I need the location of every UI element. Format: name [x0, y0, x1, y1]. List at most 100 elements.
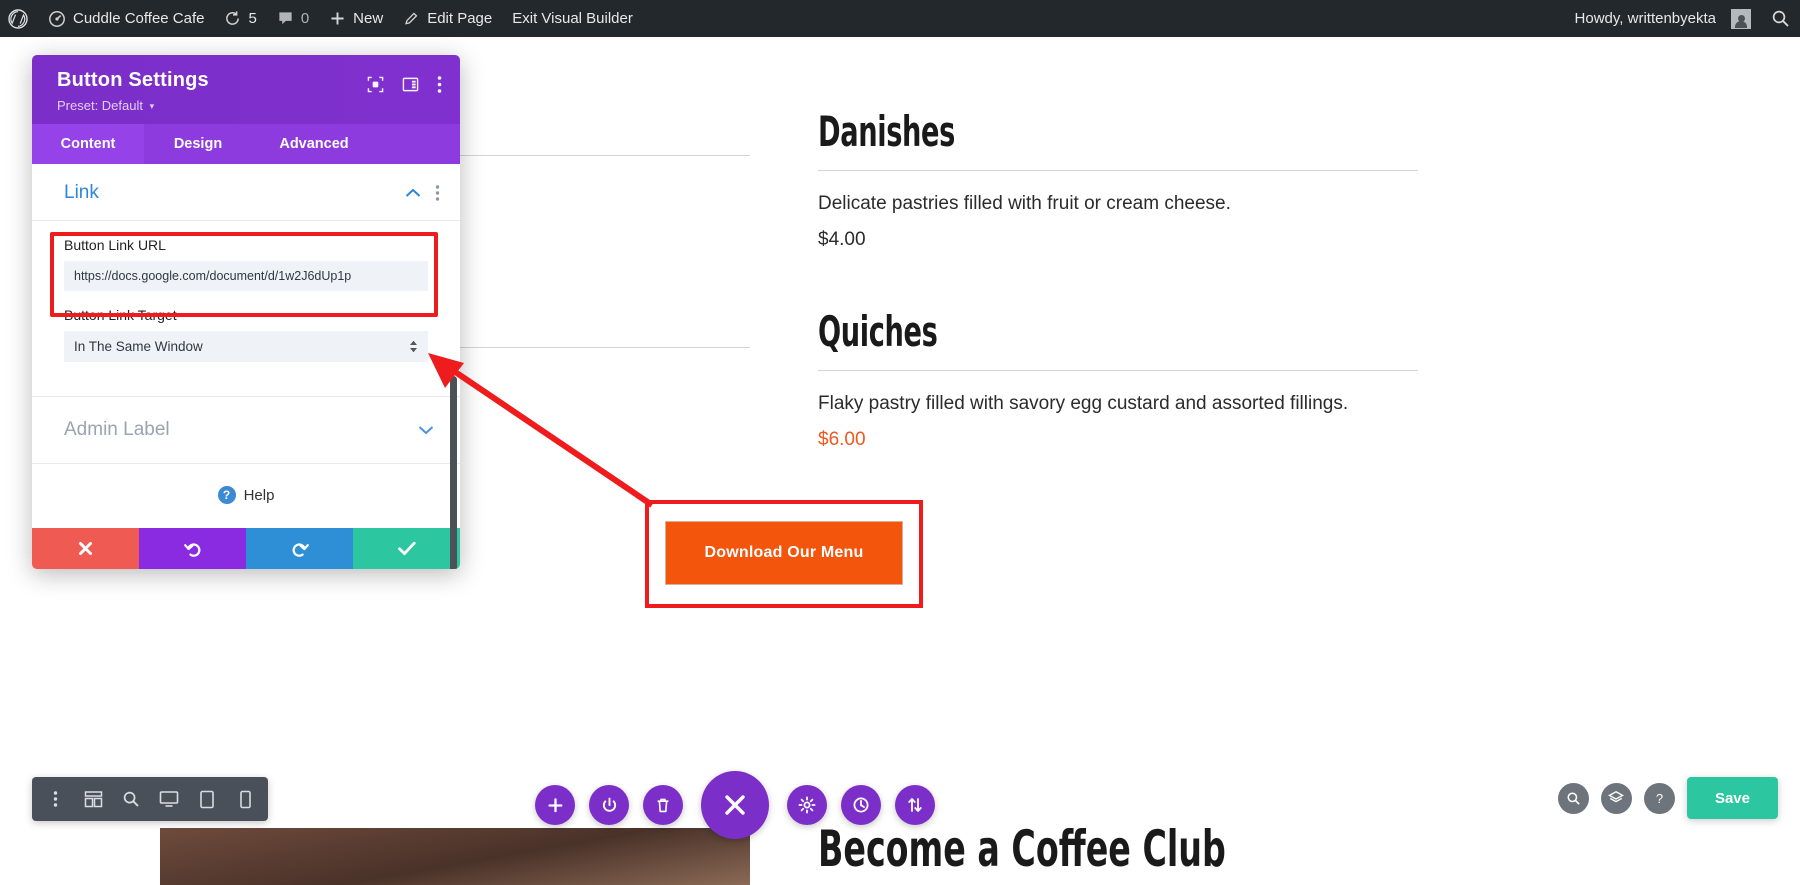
annotation-arrow — [428, 353, 654, 508]
edit-page-label: Edit Page — [427, 10, 493, 27]
tablet-view-icon[interactable] — [190, 777, 224, 821]
dashboard-speedometer-icon — [48, 10, 66, 28]
menu-item-divider — [818, 370, 1418, 371]
add-plus-icon — [547, 797, 562, 812]
portability-button[interactable] — [895, 785, 935, 825]
adminbar-right: Howdy, writtenbyekta — [1567, 0, 1800, 37]
modal-actions — [32, 528, 460, 569]
modal-header: Button Settings Preset: Default ▾ — [32, 55, 460, 124]
site-name-label: Cuddle Coffee Cafe — [73, 10, 205, 27]
download-button-callout: Download Our Menu — [645, 500, 923, 608]
comments-button[interactable]: 0 — [267, 0, 319, 37]
link-section-title: Link — [64, 182, 99, 203]
edit-page-button[interactable]: Edit Page — [393, 0, 502, 37]
wp-logo-button[interactable] — [0, 0, 38, 37]
pencil-icon — [403, 10, 420, 27]
exit-visual-builder-button[interactable]: Exit Visual Builder — [502, 0, 643, 37]
portability-updown-icon — [908, 798, 922, 812]
user-avatar-icon — [1731, 8, 1751, 29]
howdy-label: Howdy, writtenbyekta — [1574, 10, 1716, 27]
updates-count: 5 — [248, 10, 257, 27]
field-spacer — [32, 362, 460, 396]
focus-target-icon[interactable] — [367, 76, 384, 93]
layout-columns-icon[interactable] — [402, 76, 419, 93]
help-row[interactable]: ? Help — [32, 464, 460, 528]
wireframe-view-icon[interactable] — [76, 777, 110, 821]
settings-gear-icon — [798, 796, 816, 814]
builder-view-tools — [32, 777, 268, 821]
link-section-header[interactable]: Link — [32, 164, 460, 221]
download-our-menu-button[interactable]: Download Our Menu — [665, 521, 903, 585]
settings-button[interactable] — [787, 785, 827, 825]
zoom-search-icon[interactable] — [114, 777, 148, 821]
power-toggle-icon — [602, 797, 616, 812]
admin-label-title: Admin Label — [64, 419, 170, 440]
cancel-button[interactable] — [32, 528, 139, 569]
trash-delete-icon — [657, 798, 669, 812]
tab-design[interactable]: Design — [144, 124, 252, 164]
menu-item-price: $6.00 — [818, 429, 866, 450]
comments-count: 0 — [300, 10, 310, 27]
account-menu[interactable]: Howdy, writtenbyekta — [1567, 0, 1761, 37]
save-button[interactable]: Save — [1686, 777, 1778, 819]
tab-content[interactable]: Content — [32, 124, 144, 164]
vertical-dots-icon[interactable] — [437, 75, 442, 94]
delete-button[interactable] — [643, 785, 683, 825]
redo-arrow-icon — [292, 542, 309, 557]
button-link-url-input[interactable]: https://docs.google.com/document/d/1w2J6… — [64, 261, 428, 291]
modal-title: Button Settings — [57, 69, 209, 91]
help-question-icon: ? — [217, 486, 236, 504]
button-link-url-label: Button Link URL — [64, 237, 166, 253]
modal-body: Link Button Link URL https://docs.google… — [32, 164, 460, 569]
close-x-icon — [725, 795, 745, 815]
help-label: Help — [243, 486, 275, 504]
updates-button[interactable]: 5 — [214, 0, 266, 37]
menu-item-danishes: Danishes Delicate pastries filled with f… — [818, 107, 1418, 251]
new-content-label: New — [353, 10, 384, 27]
history-button[interactable] — [841, 785, 881, 825]
menu-item-description: Flaky pastry filled with savory egg cust… — [818, 393, 1349, 414]
menu-item-description: Delicate pastries filled with fruit or c… — [818, 193, 1231, 214]
admin-label-section[interactable]: Admin Label — [32, 397, 460, 464]
power-toggle-button[interactable] — [589, 785, 629, 825]
updates-refresh-icon — [224, 10, 241, 27]
phone-view-icon[interactable] — [228, 777, 262, 821]
layers-icon[interactable] — [1600, 782, 1632, 814]
undo-button[interactable] — [139, 528, 246, 569]
vertical-dots-icon[interactable] — [435, 184, 440, 202]
desktop-view-icon[interactable] — [152, 777, 186, 821]
vertical-dots-icon[interactable] — [38, 777, 72, 821]
button-link-target-select[interactable]: In The Same Window — [64, 331, 428, 362]
wp-admin-bar: Cuddle Coffee Cafe 5 0 New Edit Page Exi… — [0, 0, 1800, 37]
builder-main-tools — [535, 771, 935, 839]
history-clock-icon — [853, 797, 869, 813]
help-question-icon[interactable]: ? — [1643, 782, 1675, 814]
exit-visual-builder-label: Exit Visual Builder — [512, 10, 633, 27]
button-link-target-field: Button Link Target In The Same Window — [32, 291, 460, 362]
new-content-button[interactable]: New — [319, 0, 393, 37]
add-module-button[interactable] — [535, 785, 575, 825]
tab-advanced[interactable]: Advanced — [252, 124, 376, 164]
checkmark-icon — [397, 541, 416, 555]
divi-bottom-bar: ? Save — [0, 771, 1800, 885]
wordpress-logo-icon — [8, 8, 28, 29]
menu-item-title: Danishes — [818, 107, 955, 156]
builder-toggle-button[interactable] — [701, 771, 769, 839]
comment-bubble-icon — [277, 10, 294, 27]
menu-column-right: Danishes Delicate pastries filled with f… — [818, 107, 1418, 451]
preset-label: Preset: Default — [57, 98, 143, 113]
preset-selector[interactable]: Preset: Default ▾ — [57, 98, 367, 113]
chevron-up-icon[interactable] — [405, 188, 421, 198]
menu-gap — [818, 251, 1418, 307]
search-icon — [1771, 9, 1790, 28]
zoom-search-icon[interactable] — [1557, 782, 1589, 814]
site-name-menu[interactable]: Cuddle Coffee Cafe — [38, 0, 214, 37]
search-button[interactable] — [1761, 0, 1800, 37]
redo-button[interactable] — [246, 528, 353, 569]
button-link-target-label: Button Link Target — [64, 307, 177, 323]
button-link-target-value: In The Same Window — [74, 339, 203, 354]
menu-item-title: Quiches — [818, 307, 938, 356]
button-link-url-field: Button Link URL https://docs.google.com/… — [32, 221, 460, 291]
caret-down-icon: ▾ — [149, 101, 155, 112]
save-settings-button[interactable] — [353, 528, 460, 569]
